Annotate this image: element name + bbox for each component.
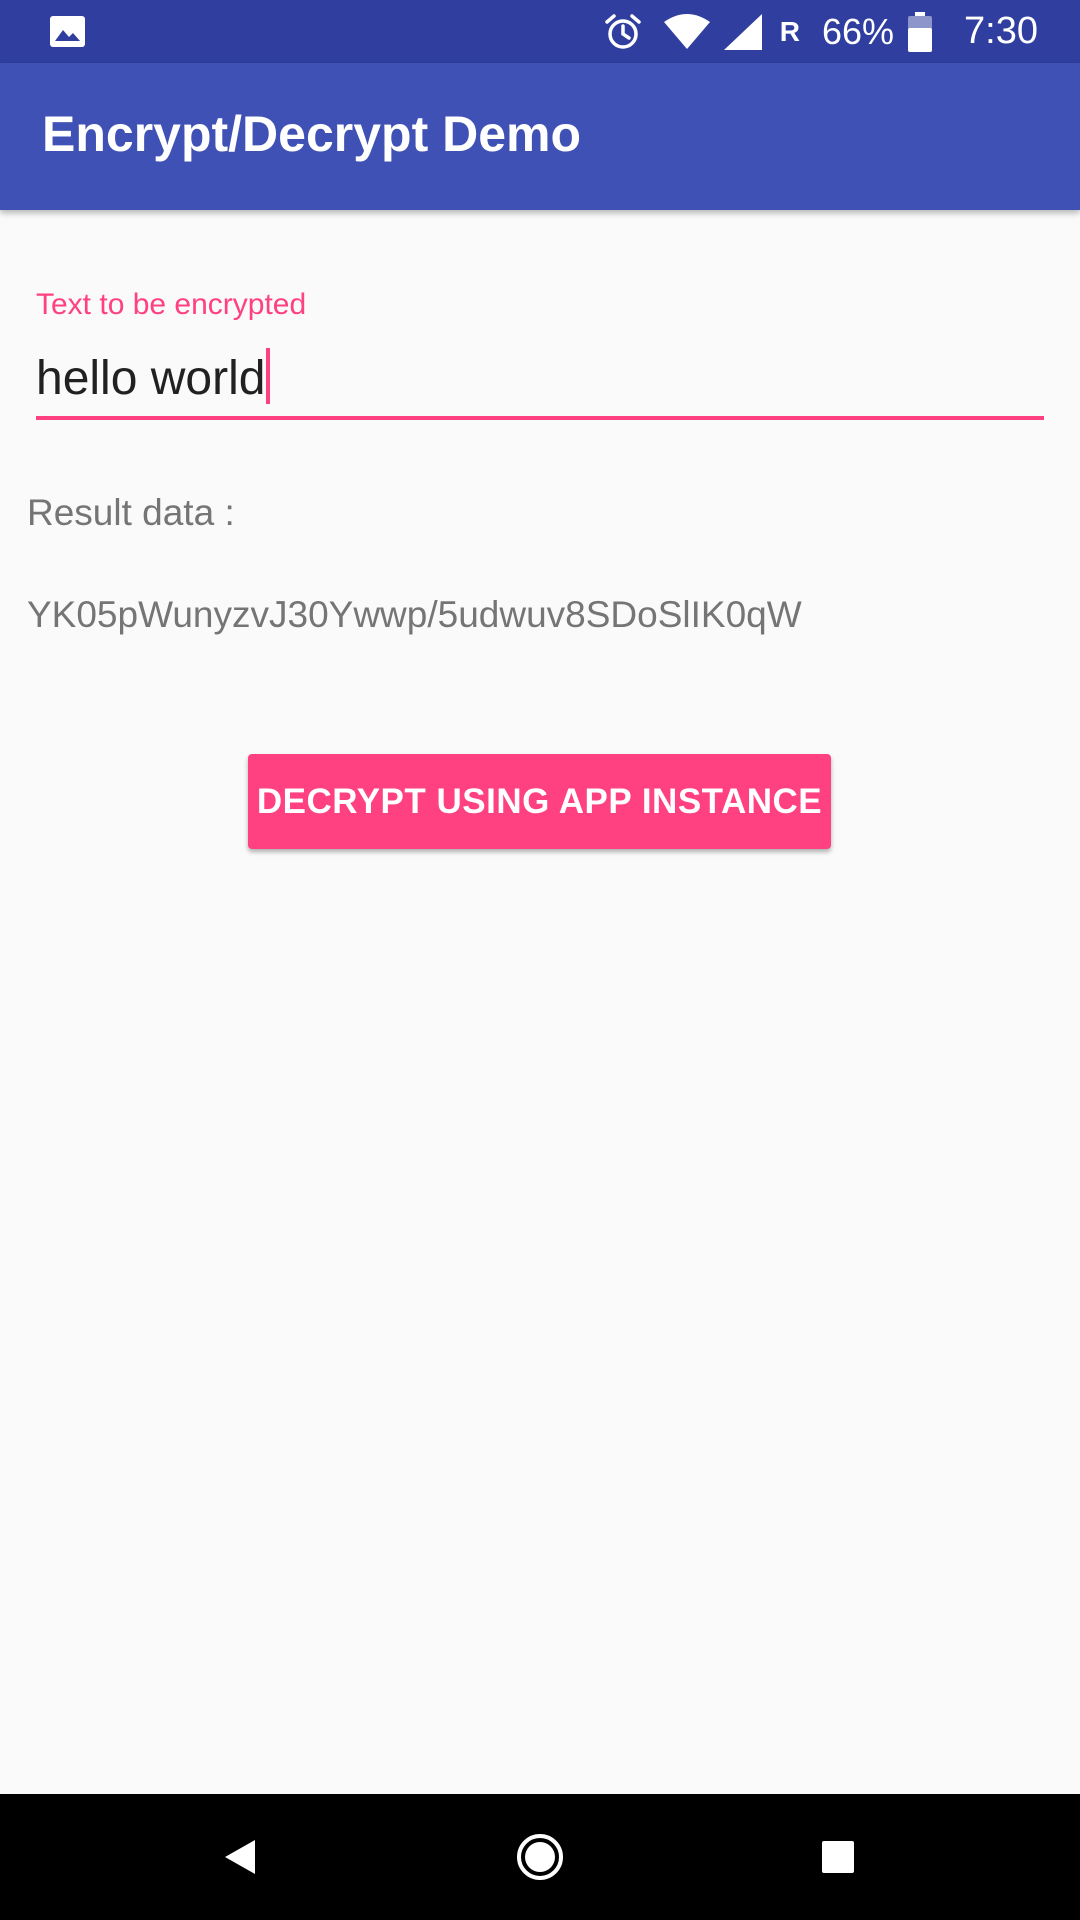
battery-percentage: 66% (821, 10, 895, 52)
alarm-icon (604, 13, 641, 49)
text-input-value-container: hello world (36, 348, 271, 406)
status-bar: R 66% 7:30 (0, 0, 1080, 63)
text-to-encrypt-input[interactable]: hello world (36, 340, 1044, 420)
text-input-value: hello world (36, 352, 266, 405)
home-icon (517, 1834, 563, 1880)
status-clock: 7:30 (964, 10, 1038, 52)
result-value: YK05pWunyzvJ30Ywwp/5udwuv8SDoSlIK0qW (27, 594, 802, 635)
wifi-icon (663, 13, 710, 49)
app-title: Encrypt/Decrypt Demo (42, 106, 582, 162)
roaming-indicator: R (779, 15, 800, 47)
text-input-label: Text to be encrypted (36, 288, 307, 321)
navigation-bar (0, 1794, 1080, 1920)
gallery-icon (50, 16, 85, 47)
recents-button[interactable] (798, 1794, 878, 1920)
battery-icon (908, 11, 933, 52)
decrypt-button[interactable]: DECRYPT USING APP INSTANCE (248, 754, 831, 849)
text-cursor (266, 348, 271, 404)
status-icons: R 66% 7:30 (604, 0, 1038, 63)
app-bar: Encrypt/Decrypt Demo (0, 63, 1080, 210)
result-label: Result data : (27, 492, 235, 533)
back-icon (225, 1840, 255, 1874)
home-button[interactable] (500, 1794, 580, 1920)
recents-icon (822, 1841, 854, 1873)
back-button[interactable] (200, 1794, 280, 1920)
signal-icon (723, 13, 762, 50)
